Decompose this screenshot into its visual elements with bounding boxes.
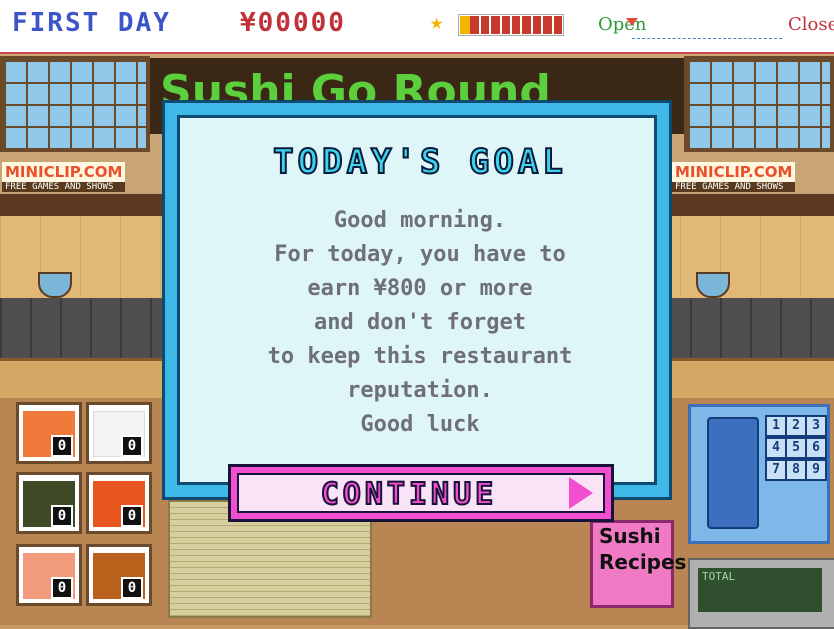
ingredient-bin-unagi[interactable]: 0 xyxy=(86,544,152,606)
miniclip-logo-right: MINICLIP.COM FREE GAMES AND SHOWS xyxy=(672,162,796,192)
phone-key[interactable]: 3 xyxy=(805,415,827,437)
brand-right: MINICLIP.COM xyxy=(672,162,796,182)
dialog-message: Good morning. For today, you have to ear… xyxy=(200,204,640,442)
recipes-line2: Recipes xyxy=(599,550,687,574)
reputation-fill xyxy=(460,16,471,34)
dialog-title: TODAY'S GOAL xyxy=(272,141,567,183)
message-line: and don't forget xyxy=(314,310,526,335)
ingredient-count: 0 xyxy=(121,435,143,457)
phone-icon[interactable] xyxy=(707,417,759,529)
continue-button[interactable]: CONTINUE xyxy=(228,464,614,522)
ingredient-count: 0 xyxy=(121,505,143,527)
message-line: to keep this restaurant xyxy=(267,344,573,369)
ingredient-count: 0 xyxy=(51,435,73,457)
sushi-recipes-book[interactable]: Sushi Recipes xyxy=(590,520,687,608)
bowl-icon xyxy=(696,272,730,298)
bowl-icon xyxy=(38,272,72,298)
arrow-right-icon xyxy=(569,477,593,509)
recipes-line1: Sushi xyxy=(599,524,661,548)
miniclip-logo-left: MINICLIP.COM FREE GAMES AND SHOWS xyxy=(2,162,126,192)
reputation-bar xyxy=(458,14,564,36)
phone-key[interactable]: 5 xyxy=(785,437,807,459)
phone-key[interactable]: 7 xyxy=(765,459,787,481)
message-line: reputation. xyxy=(347,378,493,403)
star-icon: ★ xyxy=(430,10,444,35)
brand-left: MINICLIP.COM xyxy=(2,162,126,182)
ingredient-bin-shrimp[interactable]: 0 xyxy=(16,402,82,464)
message-line: Good morning. xyxy=(333,208,507,233)
ingredient-bin-nori[interactable]: 0 xyxy=(16,472,82,534)
cash-register: TOTAL xyxy=(688,558,834,629)
todays-goal-dialog: TODAY'S GOAL Good morning. For today, yo… xyxy=(162,100,672,500)
phone-key[interactable]: 4 xyxy=(765,437,787,459)
continue-label: CONTINUE xyxy=(320,476,498,513)
ingredient-count: 0 xyxy=(51,505,73,527)
phone-key[interactable]: 6 xyxy=(805,437,827,459)
money-counter: ¥00000 xyxy=(240,8,346,38)
phone[interactable]: 1 2 3 4 5 6 7 8 9 xyxy=(688,404,830,544)
open-label: Open xyxy=(598,14,647,35)
window-left xyxy=(0,56,150,152)
window-right xyxy=(684,56,834,152)
dialog-panel: TODAY'S GOAL Good morning. For today, yo… xyxy=(177,115,657,485)
brand-sub-right: FREE GAMES AND SHOWS xyxy=(672,182,796,192)
phone-key[interactable]: 1 xyxy=(765,415,787,437)
cup-icon xyxy=(626,18,638,26)
phone-key[interactable]: 2 xyxy=(785,415,807,437)
ingredient-count: 0 xyxy=(51,577,73,599)
day-timeline xyxy=(632,34,782,39)
brand-sub-left: FREE GAMES AND SHOWS xyxy=(2,182,126,192)
phone-key[interactable]: 9 xyxy=(805,459,827,481)
continue-button-face[interactable]: CONTINUE xyxy=(237,473,605,513)
ingredient-bin-salmon[interactable]: 0 xyxy=(16,544,82,606)
day-label: FIRST DAY xyxy=(12,8,171,38)
ingredient-bin-roe[interactable]: 0 xyxy=(86,472,152,534)
message-line: Good luck xyxy=(360,412,480,437)
message-line: For today, you have to xyxy=(274,242,566,267)
close-label: Close xyxy=(788,14,834,35)
ingredient-bin-rice[interactable]: 0 xyxy=(86,402,152,464)
message-line: earn ¥800 or more xyxy=(307,276,533,301)
phone-key[interactable]: 8 xyxy=(785,459,807,481)
hud-bar: FIRST DAY ¥00000 ★ Open Close xyxy=(0,0,834,54)
ingredient-count: 0 xyxy=(121,577,143,599)
total-display: TOTAL xyxy=(698,568,822,612)
